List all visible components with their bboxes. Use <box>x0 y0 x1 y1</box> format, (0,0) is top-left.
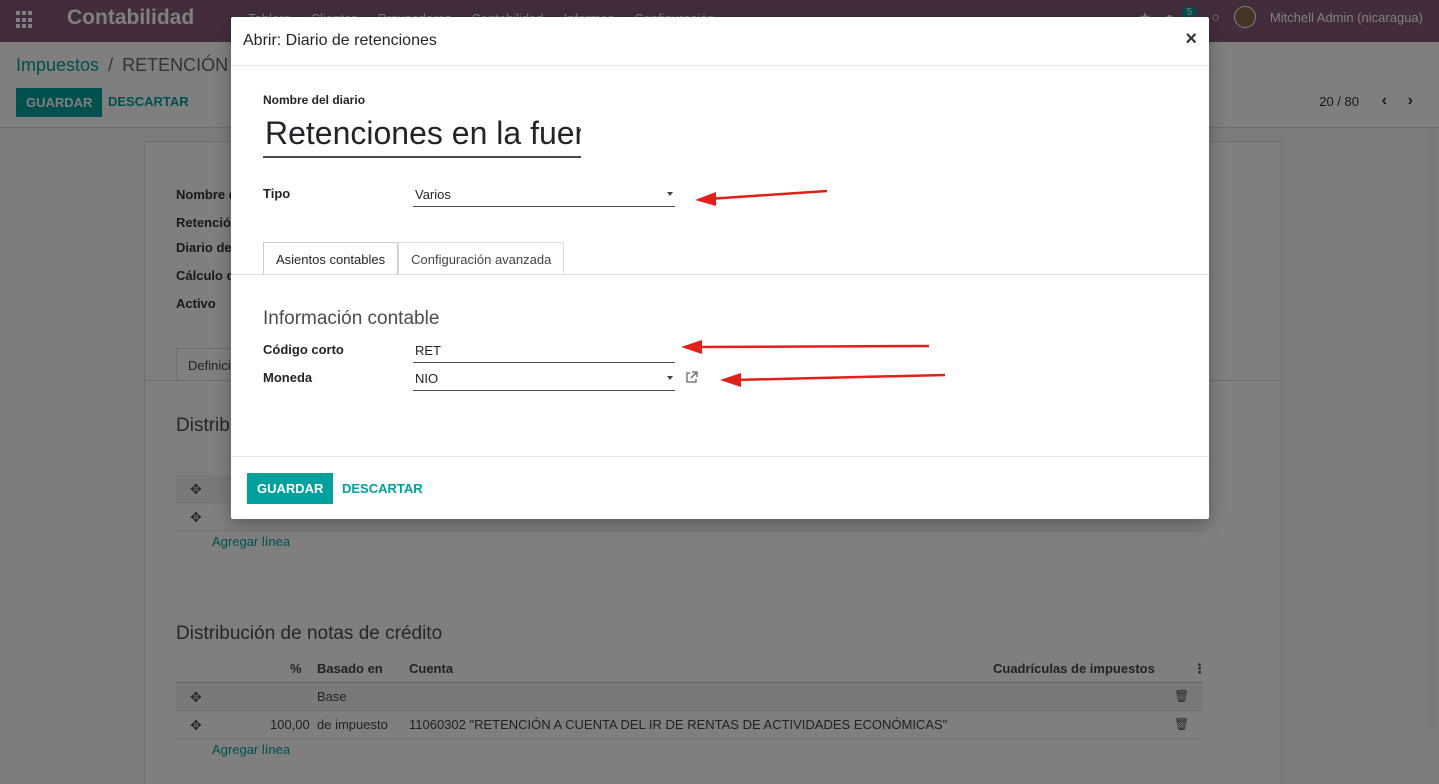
type-label: Tipo <box>263 186 291 201</box>
modal-footer: GUARDAR DESCARTAR <box>231 456 1209 519</box>
tab-divider <box>231 274 1209 275</box>
journal-name-input[interactable] <box>263 110 581 158</box>
external-link-icon[interactable] <box>685 371 698 387</box>
short-code-value: RET <box>415 343 441 358</box>
tab-advanced-settings[interactable]: Configuración avanzada <box>398 242 565 275</box>
type-select-value: Varios <box>415 187 451 202</box>
modal-header: Abrir: Diario de retenciones × <box>231 17 1209 66</box>
scrollbar[interactable] <box>1428 128 1437 728</box>
modal-discard-button[interactable]: DESCARTAR <box>342 481 423 496</box>
chevron-down-icon <box>667 192 673 196</box>
tab-journal-entries[interactable]: Asientos contables <box>263 242 399 275</box>
accounting-info-title: Información contable <box>263 308 440 329</box>
short-code-field[interactable]: RET <box>413 339 675 363</box>
currency-select[interactable]: NIO <box>413 367 675 391</box>
close-icon[interactable]: × <box>1185 28 1197 51</box>
type-select[interactable]: Varios <box>413 183 675 207</box>
notebook-tabs: Asientos contables Configuración avanzad… <box>263 242 565 275</box>
journal-dialog: Abrir: Diario de retenciones × Nombre de… <box>231 17 1209 519</box>
short-code-label: Código corto <box>263 342 344 357</box>
journal-name-label: Nombre del diario <box>263 93 366 107</box>
chevron-down-icon <box>667 376 673 380</box>
currency-select-value: NIO <box>415 371 439 386</box>
currency-label: Moneda <box>263 370 313 385</box>
modal-save-button[interactable]: GUARDAR <box>247 473 334 504</box>
modal-title: Abrir: Diario de retenciones <box>243 32 437 49</box>
